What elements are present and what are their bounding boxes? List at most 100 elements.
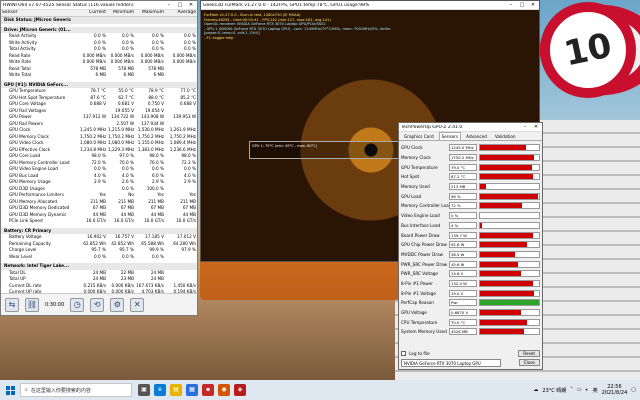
overlay-line: - F1: toggle help (204, 35, 234, 40)
gpuz-title: TechPowerUp GPU-Z 2.41.0 (401, 124, 463, 130)
maximize-icon[interactable]: □ (518, 2, 526, 8)
gpuz-sensor-graph-fill (480, 261, 519, 267)
sensor-name: PCIe Link Speed (9, 218, 43, 223)
close-icon[interactable]: ✕ (532, 124, 540, 130)
ime-indicator[interactable]: 英 (593, 387, 598, 394)
close-button[interactable]: Close (518, 359, 540, 366)
close-icon[interactable]: ✕ (187, 2, 195, 8)
gpuz-sensor-graph-fill (480, 310, 522, 316)
column-sensor[interactable]: Sensor (1, 10, 79, 16)
hwinfo-sensor-list[interactable]: Disk Status: JMicron Generic Drive: JMicr… (1, 17, 197, 300)
gpuz-sensor-label[interactable]: 8-Pin #1 Power (401, 281, 449, 286)
gpuz-sensor-label[interactable]: GPU Temperature (401, 165, 449, 170)
sensor-minimum: 0.0 % (122, 253, 134, 259)
gpuz-sensor-value: 4528 MB (449, 328, 477, 336)
arrows-left-right-icon[interactable]: ⇆ (5, 297, 19, 312)
gpuz-sensor-label[interactable]: GPU Load (401, 194, 449, 199)
gpuz-sensor-label[interactable]: Memory Controller Load (401, 203, 449, 208)
weather-text[interactable]: 23°C 晴朗 (542, 387, 566, 394)
gpuz-sensor-label[interactable]: PerfCap Reason (401, 300, 449, 305)
minimize-icon[interactable]: – (507, 2, 515, 8)
weather-icon[interactable]: ☁ (533, 387, 538, 393)
hwinfo-window[interactable]: HWiNFO64 v7.07-4525 Sensor Status [116 v… (0, 0, 198, 316)
minimize-icon[interactable]: – (165, 2, 173, 8)
sensor-row[interactable]: Write Total 6 MB 6 MB 6 MB (1, 72, 197, 79)
settings-icon[interactable]: ⚙ (110, 297, 125, 312)
gpuz-sensor-graph-fill (480, 300, 539, 306)
network-icon[interactable]: ⛓ (25, 297, 39, 312)
furmark-temp-graph: GPU 1: 79°C (min: 49°C - max: 80°C) (249, 141, 409, 159)
column-average[interactable]: Average (165, 10, 197, 16)
gpuz-taskbar-icon[interactable]: ◈ (234, 384, 246, 396)
gpuz-sensor-row: MVDDC Power Draw 38.5 W (401, 250, 540, 260)
furmark-titlebar[interactable]: Geeks3D FurMark v1.27.0.0 - 142FPS, GPU1… (201, 1, 539, 10)
gpuz-sensor-label[interactable]: GPU Clock (401, 145, 449, 150)
sensor-maximum: 0.0 % (152, 253, 164, 259)
volume-icon[interactable]: 🔈︎ (586, 387, 589, 393)
chevron-up-icon[interactable]: ˄ (570, 387, 573, 393)
windows-logo-icon (5, 385, 15, 395)
gpuz-sensor-label[interactable]: Memory Clock (401, 155, 449, 160)
gpuz-sensor-graph (479, 173, 540, 181)
gpuz-sensor-label[interactable]: PWR_SRC Power Draw (401, 262, 449, 267)
gpuz-sensor-label[interactable]: System Memory Used (401, 329, 449, 334)
maximize-icon[interactable]: □ (176, 2, 184, 8)
column-maximum[interactable]: Maximum (135, 10, 165, 16)
battery-icon[interactable]: ▭ (577, 387, 582, 393)
gpuz-sensor-row: PWR_SRC Power Draw 45.6 W (401, 259, 540, 269)
tab-advanced[interactable]: Advanced (463, 132, 490, 140)
gpuz-sensor-label[interactable]: Hot Spot (401, 174, 449, 179)
column-minimum[interactable]: Minimum (107, 10, 135, 16)
store-icon[interactable]: ▦ (186, 384, 198, 396)
taskbar: ⌕ 在这里输入你要搜索的内容 ▣ e ▤ ▦ ▪ ◉ ◈ ☁ 23°C 晴朗 ˄… (0, 380, 640, 400)
reset-button[interactable]: Reset (518, 350, 540, 357)
hwinfo-titlebar[interactable]: HWiNFO64 v7.07-4525 Sensor Status [116 v… (1, 1, 197, 10)
edge-icon[interactable]: e (154, 384, 166, 396)
gpuz-sensor-label[interactable]: GPU Voltage (401, 310, 449, 315)
reset-icon[interactable]: ⟲ (90, 297, 105, 312)
tab-validation[interactable]: Validation (492, 132, 519, 140)
start-button[interactable] (0, 380, 20, 400)
file-explorer-icon[interactable]: ▤ (170, 384, 182, 396)
system-tray: ☁ 23°C 晴朗 ˄ ▭ 🔈︎ 英 22:56 2021/8/24 ▢ (533, 384, 640, 396)
gpuz-sensor-label[interactable]: CPU Temperature (401, 320, 449, 325)
sensor-row[interactable]: Wear Level 0.0 % 0.0 % 0.0 % (1, 254, 197, 261)
clock-icon[interactable]: ◷ (70, 297, 85, 312)
gpuz-sensor-value: 14.6 V (449, 270, 477, 278)
tab-graphics-card[interactable]: Graphics Card (401, 132, 437, 140)
gpuz-sensor-label[interactable]: Video Engine Load (401, 213, 449, 218)
gpu-select-dropdown[interactable]: NVIDIA GeForce RTX 3070 Laptop GPU (401, 358, 501, 367)
sensor-current: 16.0 GT/s (86, 218, 106, 223)
tab-sensors[interactable]: Sensors (438, 132, 462, 140)
gpuz-sensor-row: GPU Load 98 % (401, 191, 540, 201)
clock[interactable]: 22:56 2021/8/24 (602, 384, 628, 396)
gpuz-sensor-label[interactable]: GPU Chip Power Draw (401, 242, 449, 247)
gpuz-sensor-label[interactable]: PWR_SRC Voltage (401, 271, 449, 276)
gpuz-sensor-label[interactable]: 8-Pin #1 Voltage (401, 291, 449, 296)
sensor-group-header[interactable]: Disk Status: JMicron Generic (1, 17, 197, 24)
column-current[interactable]: Current (79, 10, 107, 16)
search-placeholder: 在这里输入你要搜索的内容 (30, 387, 91, 394)
sensor-minimum: 16.0 GT/s (114, 218, 134, 223)
close-sensor-icon[interactable]: ✕ (130, 297, 145, 312)
gpuz-titlebar[interactable]: TechPowerUp GPU-Z 2.41.0 – ✕ (399, 123, 542, 132)
gpuz-window[interactable]: TechPowerUp GPU-Z 2.41.0 – ✕ Graphics Ca… (398, 122, 543, 370)
gpuz-sensor-label[interactable]: Board Power Draw (401, 233, 449, 238)
taskbar-apps: ▣ e ▤ ▦ ▪ ◉ ◈ (138, 384, 246, 396)
sensor-row[interactable]: PCIe Link Speed 16.0 GT/s 16.0 GT/s 16.0 GT… (1, 218, 197, 225)
gpuz-sensor-graph-fill (480, 232, 534, 238)
gpuz-sensor-label[interactable]: Bus Interface Load (401, 223, 449, 228)
gpuz-sensor-label[interactable]: Memory Used (401, 184, 449, 189)
sensor-current: 0.0 % (94, 253, 106, 259)
task-view-icon[interactable]: ▣ (138, 384, 150, 396)
minimize-icon[interactable]: – (521, 124, 529, 130)
close-icon[interactable]: ✕ (529, 2, 537, 8)
taskbar-search[interactable]: ⌕ 在这里输入你要搜索的内容 (20, 383, 132, 397)
log-to-file-checkbox[interactable] (401, 351, 406, 356)
sensor-name: Write Total (9, 72, 32, 77)
gpuz-sensor-row: Bus Interface Load 4 % (401, 221, 540, 231)
hwinfo-taskbar-icon[interactable]: ▪ (202, 384, 214, 396)
notification-icon[interactable]: ▢ (631, 387, 636, 393)
gpuz-sensor-label[interactable]: MVDDC Power Draw (401, 252, 449, 257)
furmark-taskbar-icon[interactable]: ◉ (218, 384, 230, 396)
